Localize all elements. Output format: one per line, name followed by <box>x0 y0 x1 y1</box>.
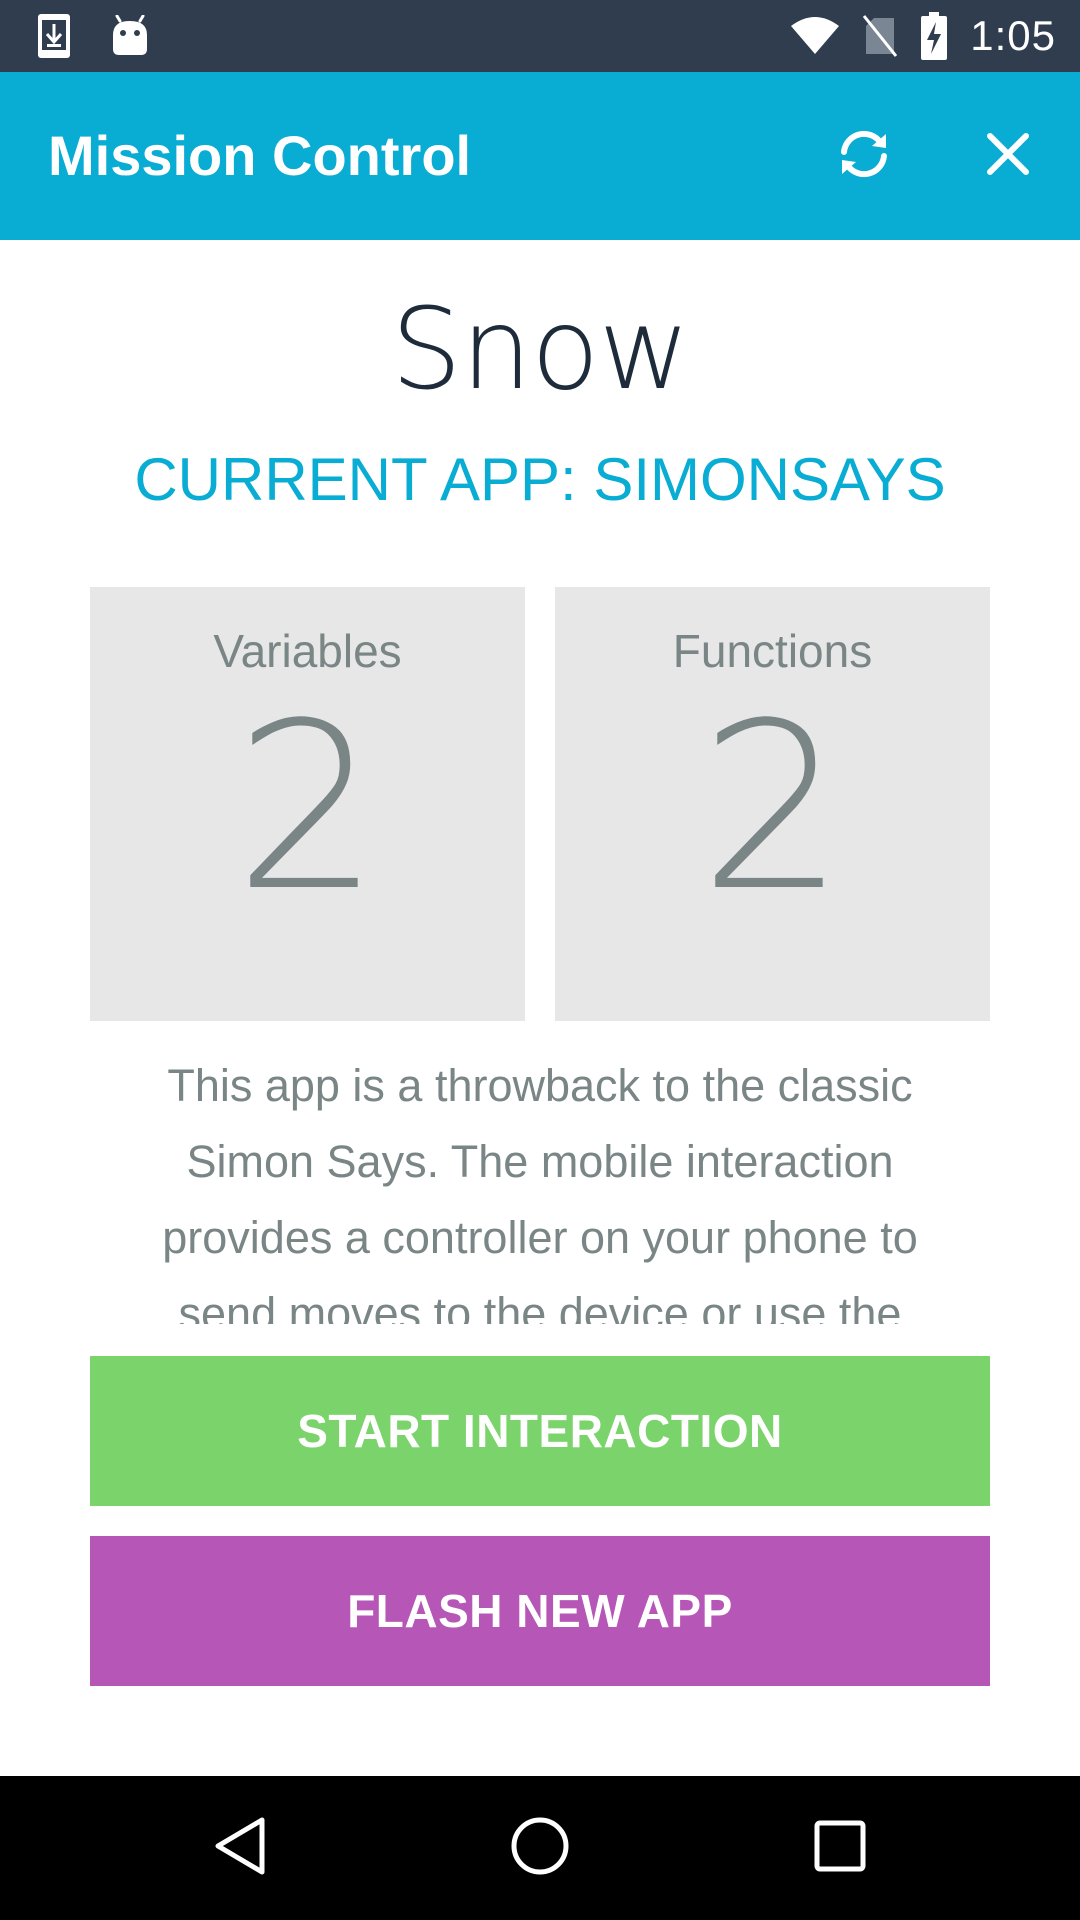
refresh-icon <box>832 126 896 187</box>
variables-card: Variables 2 <box>90 587 525 1021</box>
close-icon <box>986 132 1030 181</box>
app-title: Mission Control <box>48 124 472 187</box>
download-icon <box>36 12 72 60</box>
home-button[interactable] <box>490 1798 590 1898</box>
no-sim-icon <box>862 14 898 58</box>
system-icons: 1:05 <box>790 0 1056 72</box>
start-interaction-button[interactable]: START INTERACTION <box>90 1356 990 1506</box>
functions-card: Functions 2 <box>555 587 990 1021</box>
navigation-bar <box>0 1776 1080 1920</box>
device-name: Snow <box>390 285 690 415</box>
close-button[interactable] <box>966 114 1050 198</box>
current-app-label: CURRENT APP: SIMONSAYS <box>134 446 946 513</box>
home-icon <box>508 1814 572 1883</box>
functions-label: Functions <box>672 625 873 677</box>
back-button[interactable] <box>190 1798 290 1898</box>
android-icon <box>110 15 150 57</box>
mission-control-screen: 1:05 Mission Control Snow CURRENT APP: S… <box>0 0 1080 1920</box>
app-description: This app is a throwback to the classic S… <box>162 1060 918 1324</box>
notification-icons <box>36 12 150 60</box>
variables-label: Variables <box>213 625 402 677</box>
refresh-button[interactable] <box>822 114 906 198</box>
wifi-icon <box>790 16 840 56</box>
description-scroll-area[interactable]: This app is a throwback to the classic S… <box>120 1048 960 1324</box>
flash-new-app-button[interactable]: FLASH NEW APP <box>90 1536 990 1686</box>
back-icon <box>210 1814 270 1883</box>
recents-button[interactable] <box>790 1798 890 1898</box>
app-bar: Mission Control <box>0 72 1080 240</box>
status-time: 1:05 <box>970 12 1056 59</box>
status-bar: 1:05 <box>0 0 1080 72</box>
battery-charging-icon <box>920 12 948 60</box>
variables-count: 2 <box>234 675 381 942</box>
functions-count: 2 <box>699 675 846 942</box>
recents-icon <box>812 1818 868 1879</box>
